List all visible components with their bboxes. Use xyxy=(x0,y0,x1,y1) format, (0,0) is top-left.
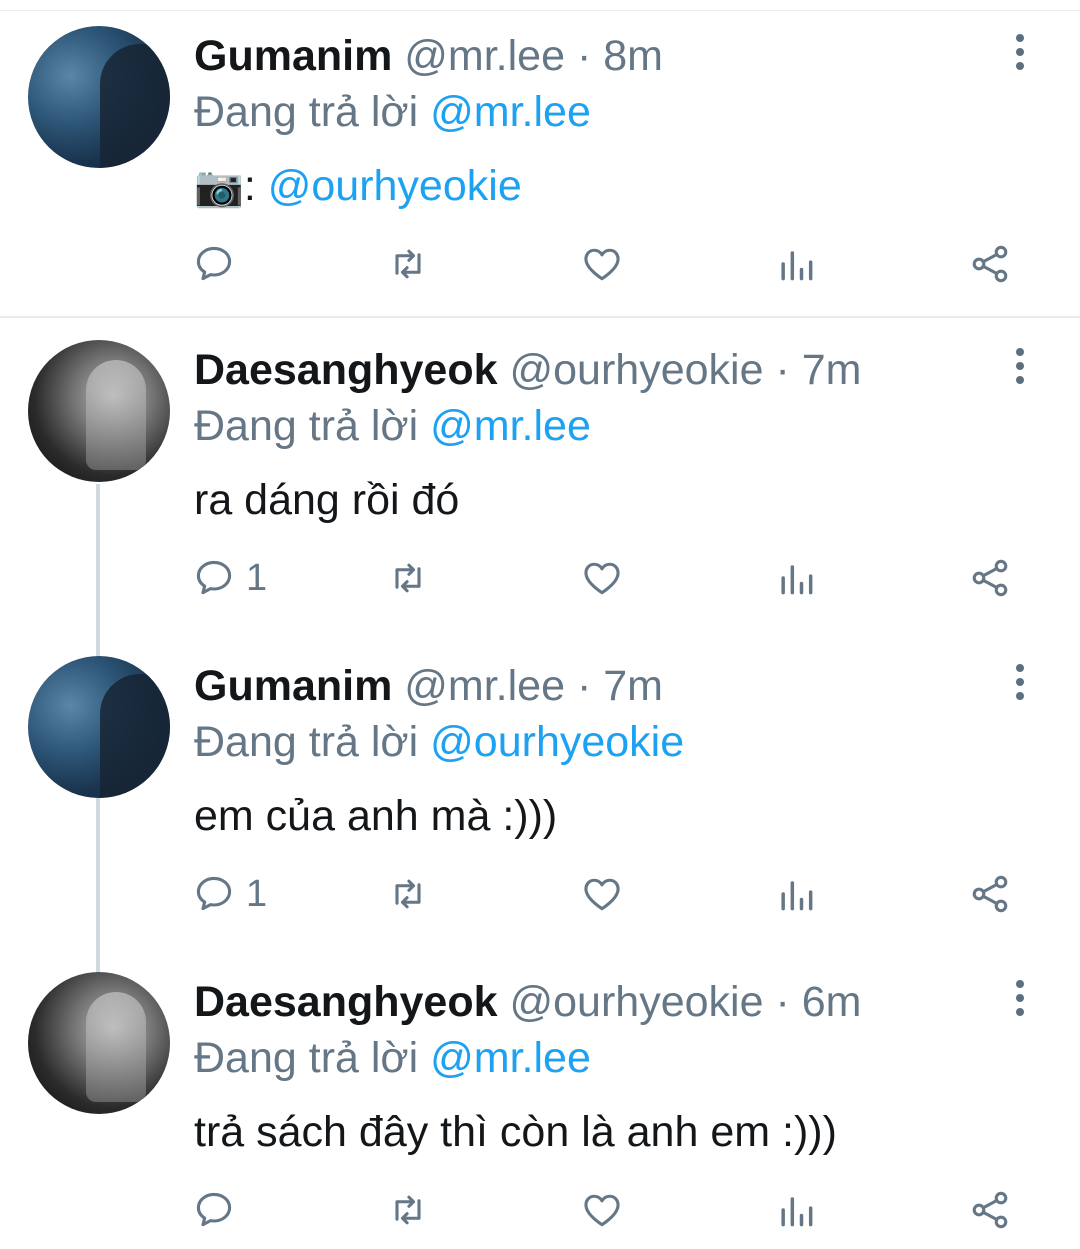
body-text: : xyxy=(243,162,256,210)
reply-button[interactable] xyxy=(192,236,246,292)
retweet-icon xyxy=(395,1195,421,1225)
tweet-actions xyxy=(0,1182,1080,1242)
analytics-button[interactable] xyxy=(774,550,818,606)
tweet-divider xyxy=(0,316,1080,318)
avatar[interactable] xyxy=(28,340,170,482)
retweet-button[interactable] xyxy=(386,866,430,922)
tweet-header: Gumanim @mr.lee · 7m xyxy=(194,662,663,714)
reply-icon xyxy=(196,876,232,911)
timestamp[interactable]: · 6m xyxy=(775,978,861,1026)
tweet-text: ra dáng rồi đó xyxy=(194,476,460,524)
tweet-text: trả sách đây thì còn là anh em :))) xyxy=(194,1108,837,1156)
avatar[interactable] xyxy=(28,972,170,1114)
share-icon xyxy=(972,245,1008,283)
share-icon xyxy=(972,559,1008,597)
replying-to: Đang trả lời @mr.lee xyxy=(194,88,591,137)
heart-icon xyxy=(584,1194,620,1227)
analytics-button[interactable] xyxy=(774,1182,818,1238)
reply-button[interactable]: 1 xyxy=(192,866,267,922)
replying-to-mention[interactable]: @mr.lee xyxy=(430,402,591,450)
replying-to: Đang trả lời @mr.lee xyxy=(194,402,591,451)
retweet-button[interactable] xyxy=(386,236,430,292)
share-button[interactable] xyxy=(968,236,1012,292)
heart-icon xyxy=(584,248,620,281)
replying-prefix: Đang trả lời xyxy=(194,1034,419,1082)
top-divider xyxy=(0,10,1080,11)
timestamp[interactable]: · 8m xyxy=(577,32,663,80)
like-button[interactable] xyxy=(580,866,624,922)
share-button[interactable] xyxy=(968,866,1012,922)
analytics-icon xyxy=(781,1197,813,1227)
share-button[interactable] xyxy=(968,1182,1012,1238)
avatar[interactable] xyxy=(28,26,170,168)
more-options-button[interactable] xyxy=(1008,348,1032,392)
tweet-header: Daesanghyeok @ourhyeokie · 6m xyxy=(194,978,861,1030)
like-button[interactable] xyxy=(580,236,624,292)
analytics-button[interactable] xyxy=(774,866,818,922)
timestamp[interactable]: · 7m xyxy=(577,662,663,710)
tweet-text: 📷: @ourhyeokie xyxy=(194,162,522,211)
heart-icon xyxy=(584,562,620,595)
display-name[interactable]: Daesanghyeok xyxy=(194,978,498,1026)
replying-to-mention[interactable]: @mr.lee xyxy=(430,88,591,136)
replying-to: Đang trả lời @ourhyeokie xyxy=(194,718,684,767)
like-button[interactable] xyxy=(580,550,624,606)
more-vertical-icon xyxy=(1016,348,1024,356)
more-vertical-icon xyxy=(1016,980,1024,988)
analytics-button[interactable] xyxy=(774,236,818,292)
replying-to: Đang trả lời @mr.lee xyxy=(194,1034,591,1083)
retweet-button[interactable] xyxy=(386,1182,430,1238)
user-handle[interactable]: @mr.lee xyxy=(404,662,565,710)
reply-count: 1 xyxy=(246,556,268,599)
retweet-button[interactable] xyxy=(386,550,430,606)
user-handle[interactable]: @ourhyeokie xyxy=(509,978,763,1026)
tweet-actions xyxy=(0,236,1080,296)
share-icon xyxy=(972,1191,1008,1229)
more-vertical-icon xyxy=(1016,34,1024,42)
tweet-header: Daesanghyeok @ourhyeokie · 7m xyxy=(194,346,861,398)
replying-to-mention[interactable]: @ourhyeokie xyxy=(430,718,684,766)
avatar[interactable] xyxy=(28,656,170,798)
reply-count: 1 xyxy=(246,872,268,915)
body-mention[interactable]: @ourhyeokie xyxy=(268,162,522,210)
tweet-header: Gumanim @mr.lee · 8m xyxy=(194,32,663,84)
reply-button[interactable]: 1 xyxy=(192,550,267,606)
replying-prefix: Đang trả lời xyxy=(194,88,419,136)
timestamp[interactable]: · 7m xyxy=(775,346,861,394)
user-handle[interactable]: @mr.lee xyxy=(404,32,565,80)
display-name[interactable]: Gumanim xyxy=(194,32,392,80)
reply-button[interactable] xyxy=(192,1182,246,1238)
user-handle[interactable]: @ourhyeokie xyxy=(509,346,763,394)
heart-icon xyxy=(584,878,620,911)
reply-icon xyxy=(196,1192,232,1227)
retweet-icon xyxy=(395,879,421,909)
more-options-button[interactable] xyxy=(1008,664,1032,708)
tweet-actions: 1 xyxy=(0,866,1080,926)
share-icon xyxy=(972,875,1008,913)
replying-to-mention[interactable]: @mr.lee xyxy=(430,1034,591,1082)
analytics-icon xyxy=(781,565,813,595)
reply-icon xyxy=(196,246,232,281)
reply-icon xyxy=(196,560,232,595)
replying-prefix: Đang trả lời xyxy=(194,718,419,766)
replying-prefix: Đang trả lời xyxy=(194,402,419,450)
tweet-text: em của anh mà :))) xyxy=(194,792,558,840)
analytics-icon xyxy=(781,881,813,911)
camera-emoji: 📷 xyxy=(194,165,244,209)
more-options-button[interactable] xyxy=(1008,34,1032,78)
retweet-icon xyxy=(395,249,421,279)
tweet-actions: 1 xyxy=(0,550,1080,610)
retweet-icon xyxy=(395,563,421,593)
like-button[interactable] xyxy=(580,1182,624,1238)
more-vertical-icon xyxy=(1016,664,1024,672)
display-name[interactable]: Gumanim xyxy=(194,662,392,710)
analytics-icon xyxy=(781,251,813,281)
more-options-button[interactable] xyxy=(1008,980,1032,1024)
share-button[interactable] xyxy=(968,550,1012,606)
display-name[interactable]: Daesanghyeok xyxy=(194,346,498,394)
